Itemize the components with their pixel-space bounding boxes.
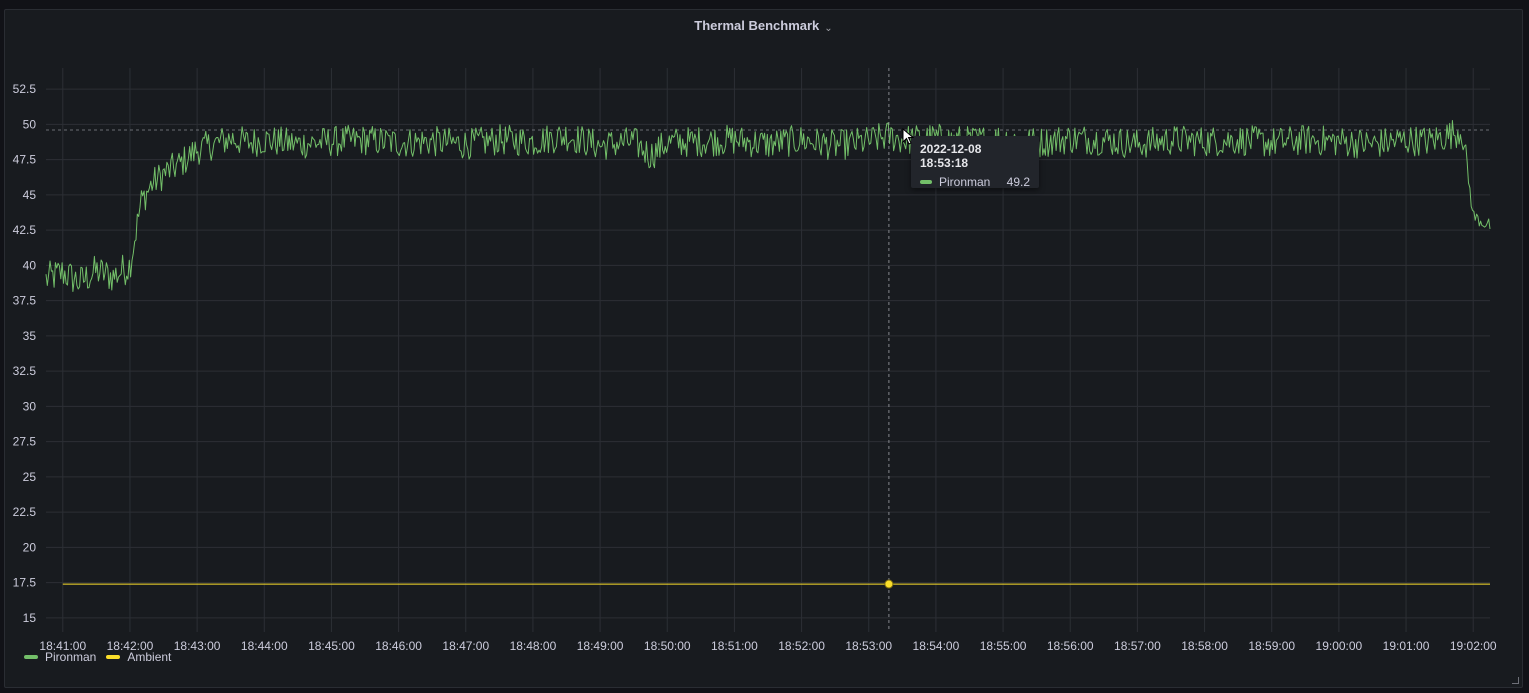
x-tick-label: 18:48:00	[510, 639, 557, 653]
y-tick-label: 35	[23, 329, 37, 343]
x-tick-label: 18:53:00	[845, 639, 892, 653]
y-tick-label: 30	[23, 399, 37, 413]
legend-swatch	[24, 655, 38, 659]
x-tick-label: 18:44:00	[241, 639, 288, 653]
mouse-cursor-icon	[902, 128, 914, 145]
x-tick-label: 18:52:00	[778, 639, 825, 653]
y-tick-label: 22.5	[13, 505, 37, 519]
y-tick-label: 45	[23, 188, 37, 202]
y-tick-label: 25	[23, 470, 37, 484]
tooltip-value: 49.2	[1006, 175, 1030, 189]
y-tick-label: 27.5	[13, 435, 37, 449]
y-tick-label: 20	[23, 540, 37, 554]
legend: Pironman Ambient	[24, 650, 181, 664]
legend-label: Ambient	[127, 650, 172, 664]
x-tick-label: 18:55:00	[980, 639, 1027, 653]
legend-item-ambient[interactable]: Ambient	[106, 650, 171, 664]
y-tick-label: 32.5	[13, 364, 37, 378]
tooltip-series-name: Pironman	[939, 175, 991, 189]
y-tick-label: 47.5	[13, 153, 37, 167]
legend-item-pironman[interactable]: Pironman	[24, 650, 96, 664]
x-tick-label: 18:49:00	[577, 639, 624, 653]
y-tick-label: 42.5	[13, 223, 37, 237]
tooltip-series-swatch	[920, 180, 932, 184]
y-tick-label: 15	[23, 611, 37, 625]
x-tick-label: 18:56:00	[1047, 639, 1094, 653]
x-tick-label: 18:59:00	[1248, 639, 1295, 653]
y-tick-label: 52.5	[13, 82, 37, 96]
tooltip: 2022-12-08 18:53:18 Pironman 49.2	[911, 136, 1039, 189]
y-tick-label: 50	[23, 117, 37, 131]
x-tick-label: 18:51:00	[711, 639, 758, 653]
x-tick-label: 18:46:00	[375, 639, 422, 653]
x-tick-label: 18:57:00	[1114, 639, 1161, 653]
x-tick-label: 18:47:00	[442, 639, 489, 653]
x-tick-label: 19:00:00	[1316, 639, 1363, 653]
y-tick-label: 17.5	[13, 576, 37, 590]
y-tick-label: 40	[23, 258, 37, 272]
legend-swatch	[106, 655, 121, 659]
legend-label: Pironman	[45, 650, 97, 664]
x-tick-label: 19:02:00	[1450, 639, 1497, 653]
tooltip-time: 2022-12-08 18:53:18	[920, 142, 982, 170]
x-tick-label: 18:54:00	[913, 639, 960, 653]
x-tick-label: 19:01:00	[1383, 639, 1430, 653]
x-tick-label: 18:50:00	[644, 639, 691, 653]
line-chart[interactable]: 15 17.5 20 22.5 25 27.5 30 32.5 35 37.5 40 42.5 45 47…	[0, 0, 1529, 693]
tooltip-row: Pironman 49.2	[920, 175, 1030, 189]
hover-point-ambient	[884, 579, 894, 589]
y-tick-label: 37.5	[13, 294, 37, 308]
x-tick-label: 18:58:00	[1181, 639, 1228, 653]
x-tick-label: 18:45:00	[308, 639, 355, 653]
